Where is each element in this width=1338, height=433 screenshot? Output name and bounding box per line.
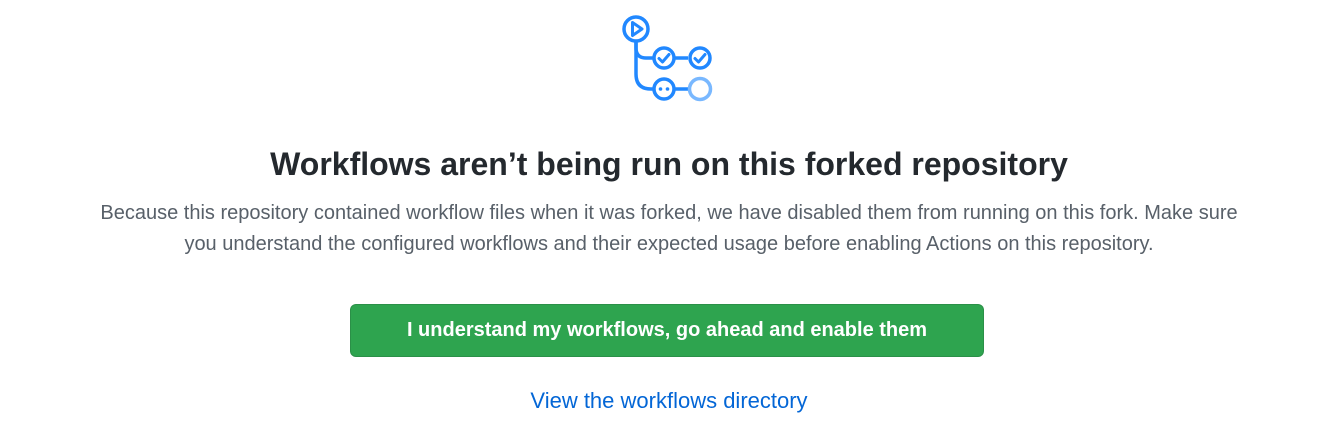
description-line-1: Because this repository contained workfl…: [100, 202, 1238, 224]
view-workflows-directory-link[interactable]: View the workflows directory: [0, 386, 1338, 416]
blankslate-title: Workflows aren’t being run on this forke…: [270, 146, 1068, 182]
description-line-2: you understand the configured workflows …: [184, 233, 1154, 255]
enable-workflows-button[interactable]: I understand my workflows, go ahead and …: [350, 304, 984, 357]
actions-blankslate: Workflows aren’t being run on this forke…: [0, 0, 1338, 433]
blankslate-description: Because this repository contained workfl…: [0, 198, 1338, 260]
workflows-illustration-icon: [622, 15, 713, 102]
